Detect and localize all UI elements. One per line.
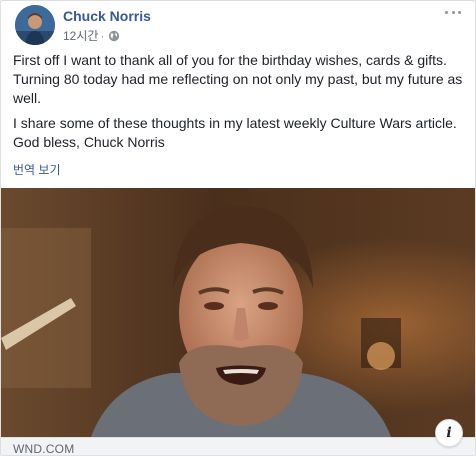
info-icon[interactable]: i	[435, 419, 463, 447]
more-options-icon[interactable]	[445, 7, 461, 17]
post-paragraph-2: I share some of these thoughts in my lat…	[13, 115, 457, 150]
avatar-image	[15, 5, 55, 45]
author-name[interactable]: Chuck Norris	[63, 8, 151, 24]
meta-separator: ·	[100, 28, 105, 43]
post-meta: 12시간 ·	[63, 27, 120, 44]
link-domain[interactable]: WND.COM	[13, 442, 74, 455]
post-text: First off I want to thank all of you for…	[13, 51, 463, 158]
globe-icon[interactable]	[108, 30, 120, 42]
link-preview-footer[interactable]: WND.COM	[1, 437, 475, 455]
see-translation-link[interactable]: 번역 보기	[13, 161, 61, 178]
link-preview-image[interactable]	[1, 188, 475, 437]
post-card: Chuck Norris 12시간 · First off I want to …	[0, 0, 476, 456]
post-header: Chuck Norris 12시간 ·	[13, 5, 463, 45]
post-time[interactable]: 12시간	[63, 27, 98, 44]
post-paragraph-1: First off I want to thank all of you for…	[13, 52, 463, 106]
portrait-photo	[1, 188, 475, 437]
avatar[interactable]	[15, 5, 55, 45]
